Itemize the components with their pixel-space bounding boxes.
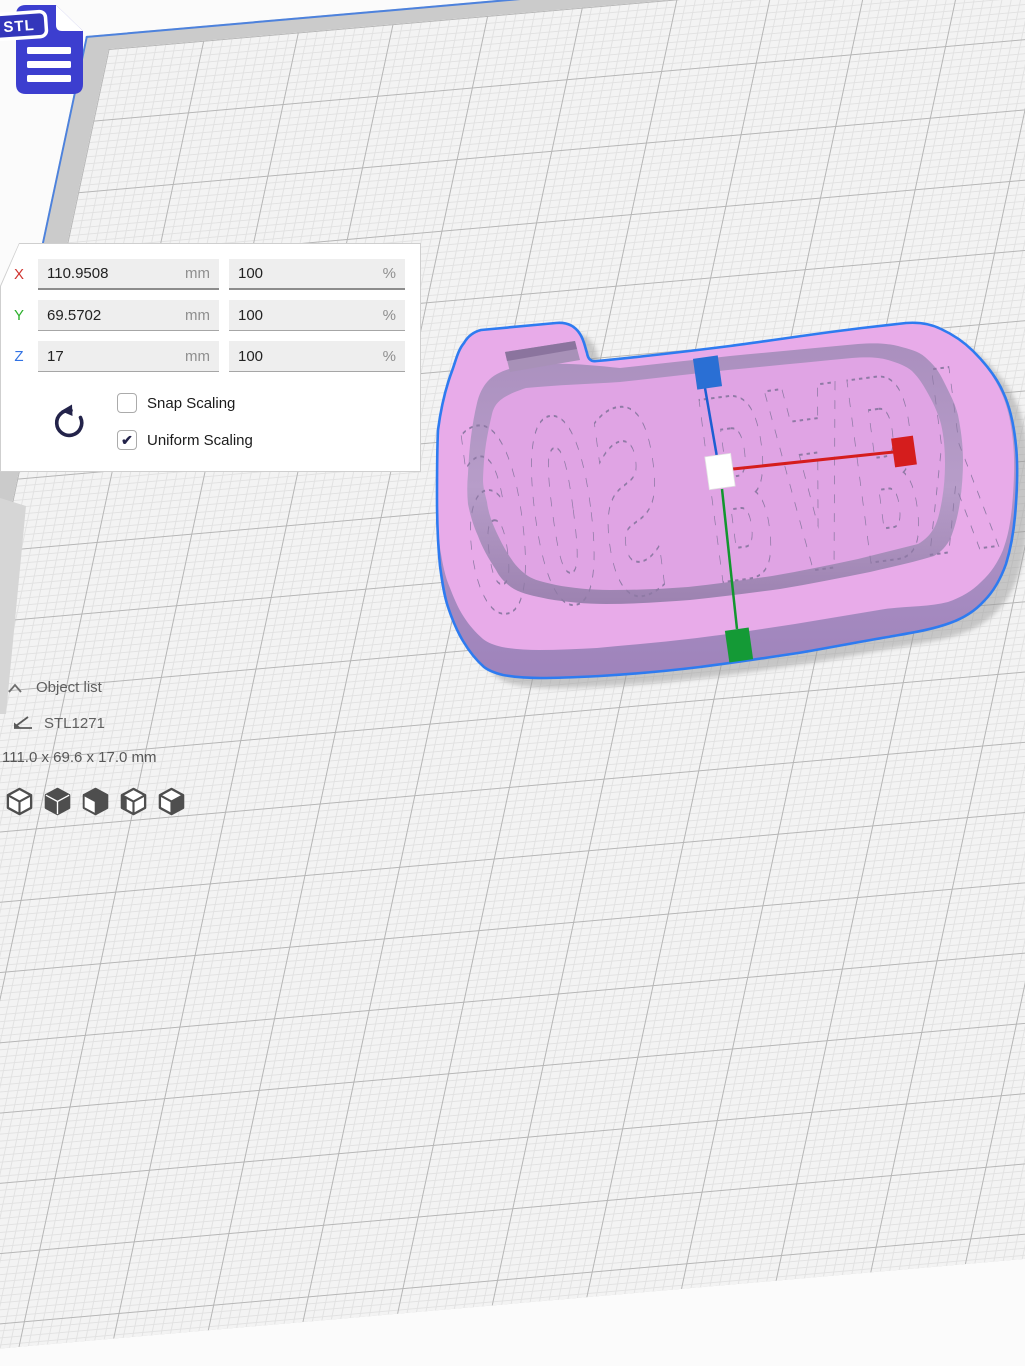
y-size-unit: mm: [185, 307, 210, 324]
y-percent-input[interactable]: 100 %: [229, 300, 405, 331]
x-scale-handle[interactable]: [891, 436, 917, 468]
check-icon: ✔: [121, 432, 133, 449]
view-3d-button[interactable]: [4, 786, 35, 817]
stl-page-fold-icon: [56, 5, 83, 31]
z-scale-handle[interactable]: [693, 355, 722, 389]
cube-front-icon: [42, 786, 73, 817]
stl-text-line: [27, 61, 71, 68]
axis-label-x: X: [0, 266, 38, 283]
z-percent-unit: %: [383, 348, 396, 365]
y-percent-unit: %: [383, 307, 396, 324]
chevron-up-icon: [7, 681, 23, 695]
z-size-input[interactable]: 17 mm: [38, 341, 219, 372]
scale-row-z: Z 17 mm 100 %: [0, 341, 405, 372]
snap-scaling-option[interactable]: Snap Scaling: [117, 393, 235, 413]
view-top-button[interactable]: [80, 786, 111, 817]
x-size-value: 110.9508: [47, 265, 108, 282]
x-percent-input[interactable]: 100 %: [229, 259, 405, 290]
view-right-button[interactable]: [156, 786, 187, 817]
view-front-button[interactable]: [42, 786, 73, 817]
model-dimensions-label: 111.0 x 69.6 x 17.0 mm: [2, 749, 157, 766]
object-list-header[interactable]: Object list: [36, 679, 102, 696]
axis-label-z: Z: [0, 348, 38, 365]
snap-scaling-label: Snap Scaling: [147, 395, 235, 412]
x-percent-unit: %: [383, 265, 396, 282]
stl-text-line: [27, 47, 71, 54]
z-percent-value: 100: [238, 348, 263, 365]
x-size-input[interactable]: 110.9508 mm: [38, 259, 219, 290]
reset-scale-button[interactable]: [48, 401, 88, 443]
uniform-scaling-label: Uniform Scaling: [147, 432, 253, 449]
object-list-item[interactable]: STL1271: [44, 715, 105, 732]
x-percent-value: 100: [238, 265, 263, 282]
scale-row-x: X 110.9508 mm 100 %: [0, 259, 405, 290]
y-size-input[interactable]: 69.5702 mm: [38, 300, 219, 331]
y-scale-handle[interactable]: [725, 627, 753, 662]
stl-file-icon: STL: [0, 0, 96, 102]
cube-3d-icon: [4, 786, 35, 817]
z-size-unit: mm: [185, 348, 210, 365]
view-left-button[interactable]: [118, 786, 149, 817]
center-scale-handle[interactable]: [705, 453, 735, 489]
cube-left-icon: [118, 786, 149, 817]
uniform-scaling-checkbox[interactable]: ✔: [117, 430, 137, 450]
scale-row-y: Y 69.5702 mm 100 %: [0, 300, 405, 331]
stl-text-line: [27, 75, 71, 82]
object-type-icon: [11, 711, 35, 736]
x-size-unit: mm: [185, 265, 210, 282]
z-size-value: 17: [47, 348, 64, 365]
z-percent-input[interactable]: 100 %: [229, 341, 405, 372]
view-orientation-toolbar: [4, 786, 187, 817]
object-list-collapse-button[interactable]: [7, 681, 23, 700]
snap-scaling-checkbox[interactable]: [117, 393, 137, 413]
axis-label-y: Y: [0, 307, 38, 324]
stl-badge-label: STL: [3, 17, 35, 36]
reset-icon: [48, 401, 88, 443]
cube-right-icon: [156, 786, 187, 817]
scale-tool-panel: X 110.9508 mm 100 % Y 69.5702 mm 100 % Z: [0, 243, 421, 472]
uniform-scaling-option[interactable]: ✔ Uniform Scaling: [117, 430, 253, 450]
y-size-value: 69.5702: [47, 307, 101, 324]
y-percent-value: 100: [238, 307, 263, 324]
cube-top-icon: [80, 786, 111, 817]
